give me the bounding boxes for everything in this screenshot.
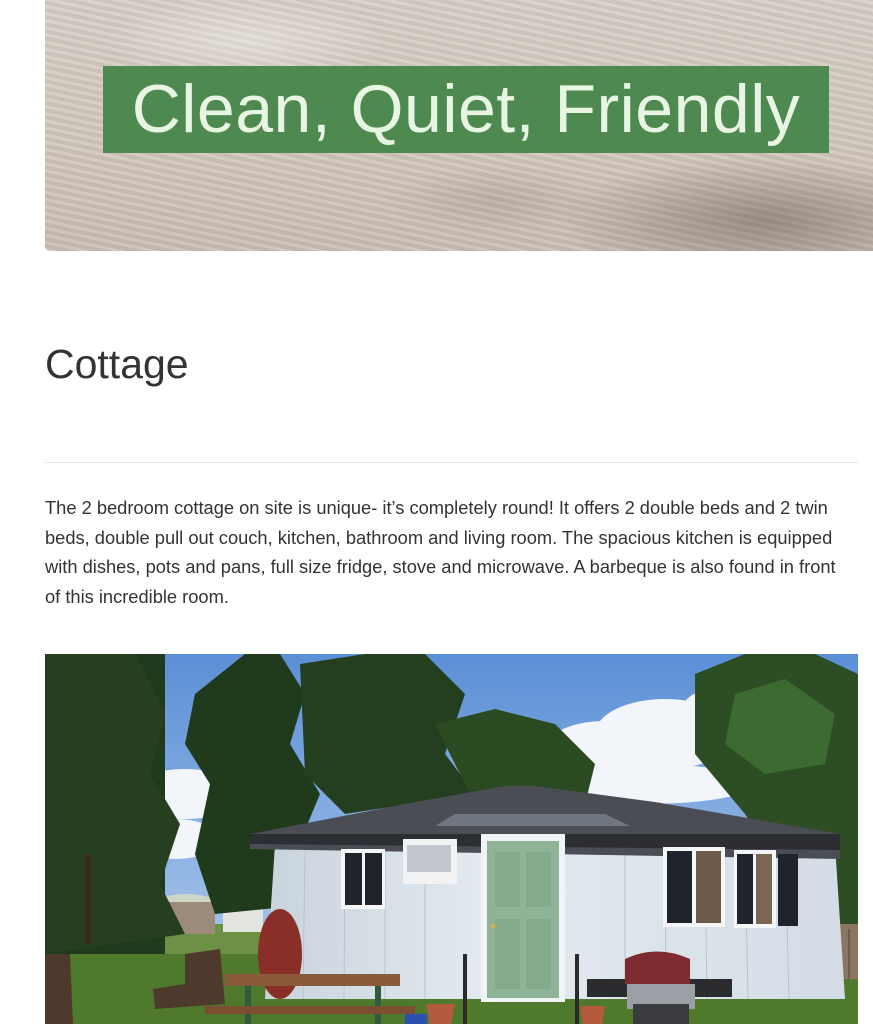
- hero-banner: Clean, Quiet, Friendly: [45, 0, 873, 251]
- section-title: Cottage: [45, 341, 189, 387]
- hero-title: Clean, Quiet, Friendly: [103, 66, 829, 153]
- cottage-description: The 2 bedroom cottage on site is unique-…: [45, 497, 836, 607]
- cottage-photo: [45, 654, 858, 1024]
- section-divider: [45, 462, 858, 463]
